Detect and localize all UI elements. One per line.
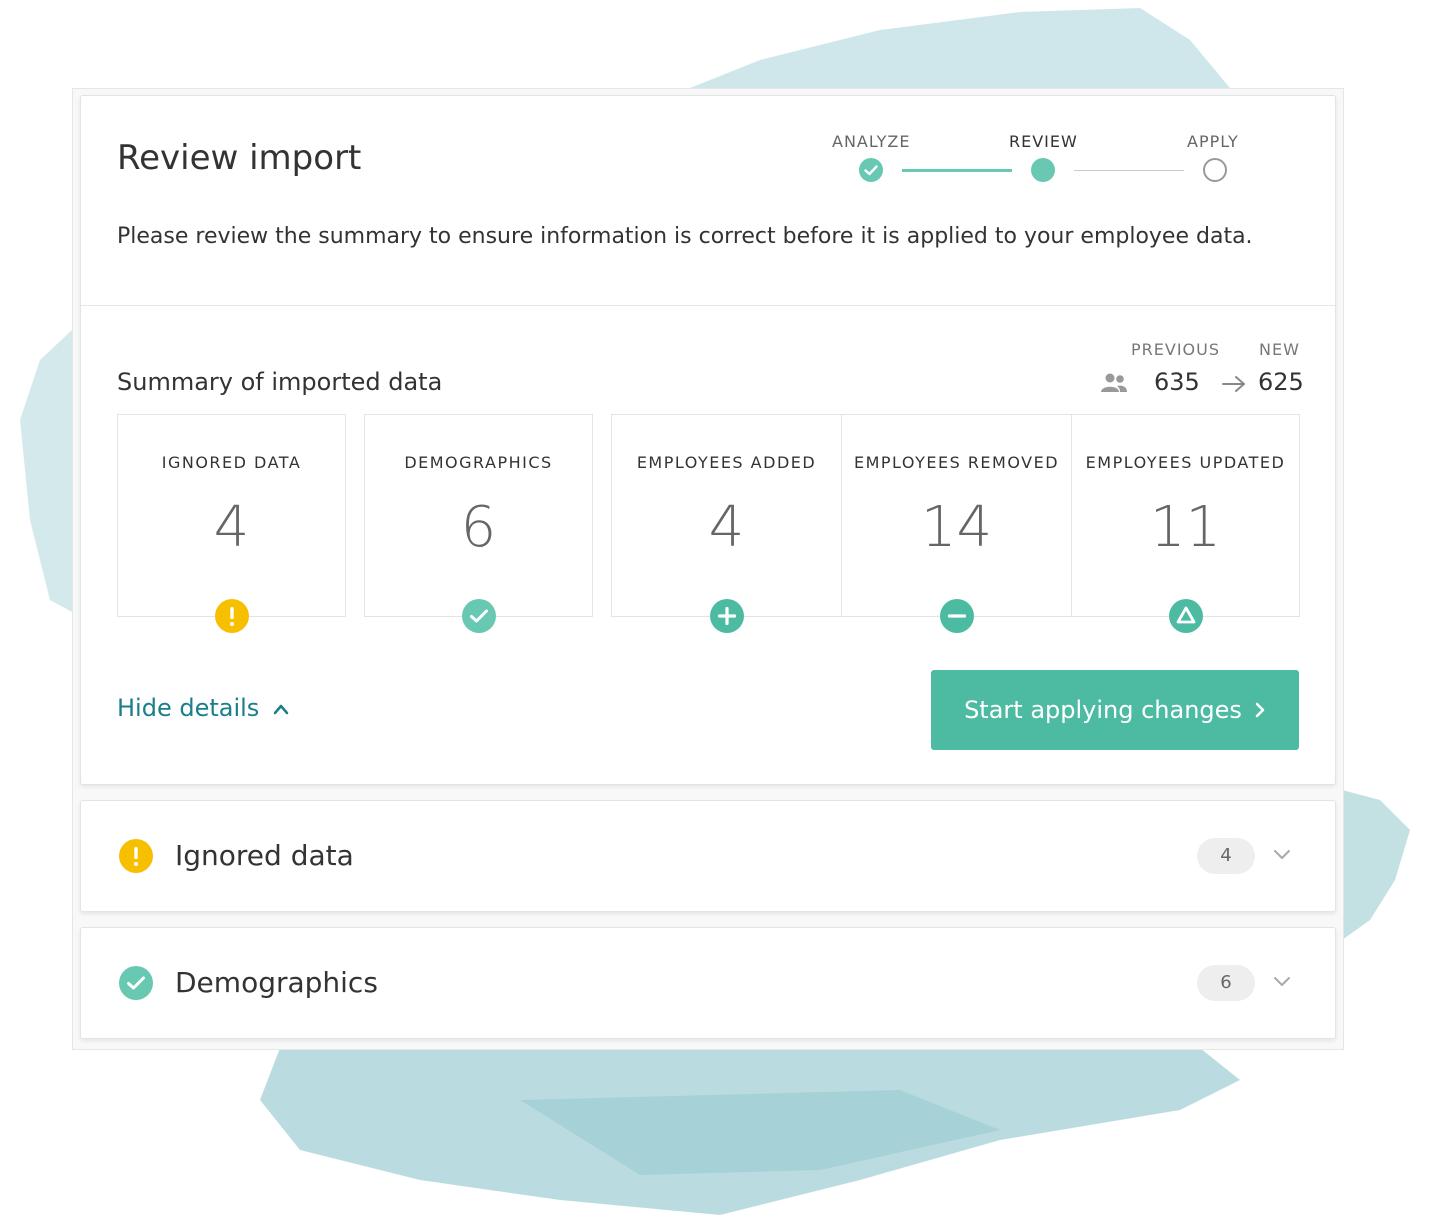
warning-icon [214, 599, 249, 633]
new-label: NEW [1259, 340, 1300, 359]
hide-details-label: Hide details [117, 694, 260, 722]
chevron-down-icon[interactable] [1272, 847, 1292, 861]
tile-employees-added[interactable]: EMPLOYEES ADDED 4 [611, 414, 842, 633]
chevron-up-icon [273, 704, 289, 715]
tile-label: EMPLOYEES ADDED [636, 453, 817, 472]
step-review-dot-icon [1031, 158, 1055, 182]
accordion-demographics[interactable]: Demographics 6 [80, 927, 1336, 1039]
tile-value: 11 [1149, 495, 1222, 560]
tile-employees-updated[interactable]: EMPLOYEES UPDATED 11 [1071, 414, 1300, 633]
tile-label: DEMOGRAPHICS [404, 453, 553, 472]
apply-button-label: Start applying changes [964, 696, 1242, 724]
start-applying-changes-button[interactable]: Start applying changes [931, 670, 1299, 750]
previous-label: PREVIOUS [1131, 340, 1220, 359]
tile-label: IGNORED DATA [161, 453, 302, 472]
tile-label: EMPLOYEES UPDATED [1085, 453, 1286, 472]
chevron-down-icon[interactable] [1272, 974, 1292, 988]
page-description: Please review the summary to ensure info… [117, 224, 1253, 249]
step-label-review: REVIEW [1009, 132, 1078, 151]
hide-details-link[interactable]: Hide details [117, 694, 289, 722]
count-badge: 6 [1197, 965, 1255, 1001]
plus-circle-icon [709, 599, 744, 633]
warning-icon [119, 839, 153, 873]
step-line-done [902, 169, 1012, 172]
accordion-title: Ignored data [175, 839, 354, 872]
people-icon [1101, 373, 1127, 392]
review-import-card: Review import ANALYZE REVIEW APPLY Pleas… [80, 95, 1336, 785]
accordion-ignored-data[interactable]: Ignored data 4 [80, 800, 1336, 912]
step-label-apply: APPLY [1187, 132, 1239, 151]
employee-count: PREVIOUS NEW 635 625 [1081, 340, 1304, 400]
tile-employees-removed[interactable]: EMPLOYEES REMOVED 14 [841, 414, 1072, 633]
count-badge: 4 [1197, 838, 1255, 874]
chevron-right-icon [1255, 702, 1265, 718]
check-circle-icon [461, 599, 496, 633]
accordion-title: Demographics [175, 966, 378, 999]
previous-count: 635 [1154, 368, 1200, 396]
step-line-todo [1074, 170, 1184, 171]
tile-demographics[interactable]: DEMOGRAPHICS 6 [364, 414, 593, 633]
arrow-right-icon [1222, 376, 1245, 392]
triangle-circle-icon [1168, 599, 1203, 633]
tile-ignored-data[interactable]: IGNORED DATA 4 [117, 414, 346, 633]
check-circle-icon [119, 966, 153, 1000]
page-title: Review import [117, 138, 362, 178]
step-label-analyze: ANALYZE [832, 132, 911, 151]
card-header: Review import ANALYZE REVIEW APPLY Pleas… [81, 96, 1335, 306]
progress-stepper: ANALYZE REVIEW APPLY [821, 132, 1301, 192]
tile-label: EMPLOYEES REMOVED [853, 453, 1060, 472]
step-apply-dot-icon [1203, 158, 1227, 182]
tile-value: 4 [708, 495, 745, 560]
tile-value: 14 [920, 495, 993, 560]
summary-title: Summary of imported data [117, 368, 443, 396]
new-count: 625 [1258, 368, 1304, 396]
tile-value: 4 [213, 495, 250, 560]
step-analyze-check-icon [859, 158, 883, 182]
minus-circle-icon [939, 599, 974, 633]
tile-value: 6 [460, 495, 497, 560]
